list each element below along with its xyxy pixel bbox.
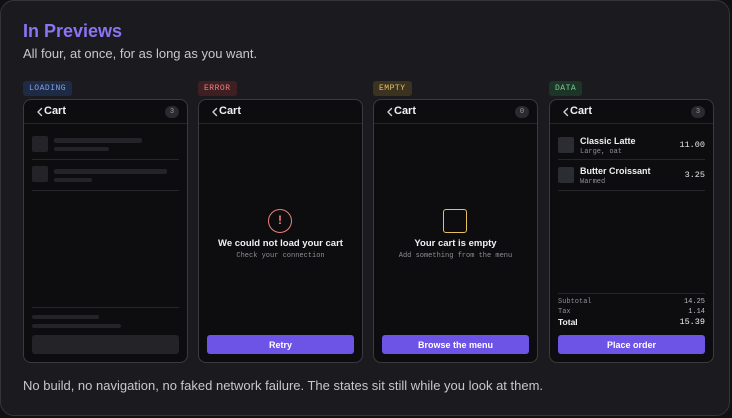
tax-label: Tax <box>558 308 571 316</box>
item-price: 11.00 <box>679 140 705 150</box>
previews-card: In Previews All four, at once, for as lo… <box>0 0 730 416</box>
skeleton-line <box>54 147 109 151</box>
skeleton-thumb <box>32 166 48 182</box>
cart-title: Cart <box>394 105 417 117</box>
empty-box-icon <box>443 209 467 233</box>
retry-button[interactable]: Retry <box>207 335 354 354</box>
cart-header: Cart 3 <box>550 100 713 124</box>
cart-count-badge: 0 <box>515 106 529 118</box>
item-divider <box>558 190 705 191</box>
empty-message: Your cart is empty <box>414 238 497 249</box>
skeleton-line <box>54 138 142 143</box>
state-badge-loading: LOADING <box>23 81 73 96</box>
summary-divider <box>558 293 705 294</box>
cart-title: Cart <box>219 105 242 117</box>
cart-header: Cart 0 <box>374 100 537 124</box>
skeleton-line <box>32 315 99 319</box>
empty-detail: Add something from the menu <box>398 252 513 260</box>
item-thumbnail <box>558 167 574 183</box>
phone-frame-loading: Cart 3 <box>23 99 188 363</box>
skeleton-button <box>32 335 179 354</box>
phone-frame-error: Cart ! We could not load your cart Check… <box>198 99 363 363</box>
item-price: 3.25 <box>684 170 705 180</box>
preview-data: DATA Cart 3 Classic Latte Large, oat 11.… <box>549 77 714 363</box>
skeleton-line <box>32 324 121 328</box>
cart-title: Cart <box>44 105 67 117</box>
tax-value: 1.14 <box>688 308 705 316</box>
item-name: Butter Croissant <box>580 166 651 176</box>
subtotal-label: Subtotal <box>558 298 592 306</box>
preview-empty: EMPTY Cart 0 Your cart is empty Add some… <box>373 77 538 363</box>
error-detail: Check your connection <box>236 252 325 260</box>
skeleton-divider <box>32 159 179 160</box>
total-label: Total <box>558 317 578 327</box>
skeleton-divider <box>32 307 179 308</box>
total-value: 15.39 <box>679 317 705 327</box>
section-subtitle: All four, at once, for as long as you wa… <box>23 46 258 61</box>
subtotal-row: Subtotal 14.25 <box>558 298 705 308</box>
skeleton-line <box>54 169 167 174</box>
phone-frame-empty: Cart 0 Your cart is empty Add something … <box>373 99 538 363</box>
section-caption: No build, no navigation, no faked networ… <box>23 378 544 393</box>
preview-error: ERROR Cart ! We could not load your cart… <box>198 77 363 363</box>
cart-header: Cart 3 <box>24 100 187 124</box>
place-order-button[interactable]: Place order <box>558 335 705 354</box>
preview-loading: LOADING Cart 3 <box>23 77 188 363</box>
state-badge-error: ERROR <box>198 81 237 96</box>
error-message: We could not load your cart <box>218 238 343 249</box>
section-title: In Previews <box>23 21 123 41</box>
cart-count-badge: 3 <box>165 106 179 118</box>
phone-frame-data: Cart 3 Classic Latte Large, oat 11.00 Bu… <box>549 99 714 363</box>
item-name: Classic Latte <box>580 136 636 146</box>
cart-header: Cart <box>199 100 362 124</box>
total-row: Total 15.39 <box>558 317 705 328</box>
error-alert-icon: ! <box>268 209 292 233</box>
cart-item[interactable]: Butter Croissant Warmed 3.25 <box>558 165 705 193</box>
item-thumbnail <box>558 137 574 153</box>
item-note: Warmed <box>580 178 606 186</box>
skeleton-thumb <box>32 136 48 152</box>
item-divider <box>558 159 705 160</box>
subtotal-value: 14.25 <box>683 298 705 306</box>
skeleton-divider <box>32 190 179 191</box>
cart-title: Cart <box>570 105 593 117</box>
state-badge-empty: EMPTY <box>373 81 412 96</box>
skeleton-line <box>54 178 92 182</box>
browse-menu-button[interactable]: Browse the menu <box>382 335 529 354</box>
cart-count-badge: 3 <box>691 106 705 118</box>
item-note: Large, oat <box>580 148 623 156</box>
state-badge-data: DATA <box>549 81 583 96</box>
